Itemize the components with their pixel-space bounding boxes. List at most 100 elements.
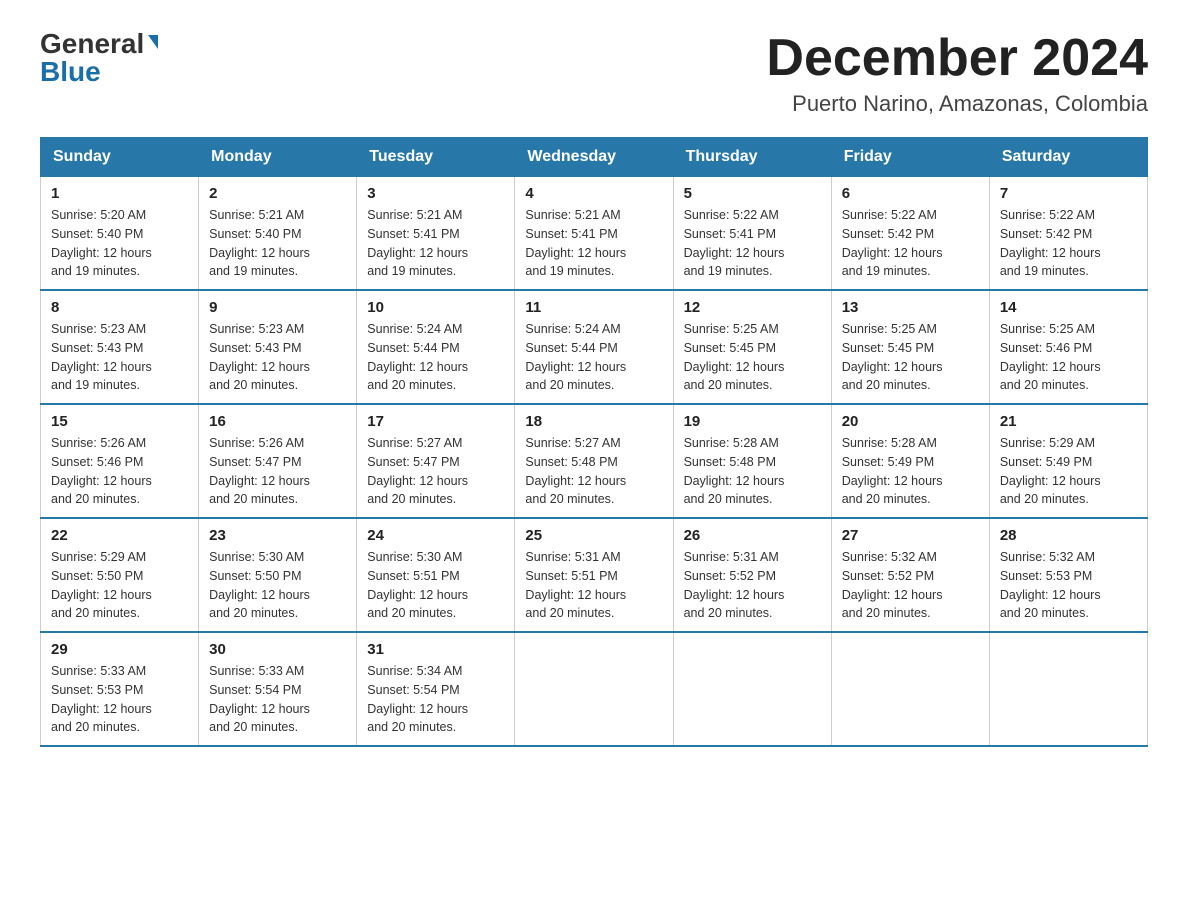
calendar-cell: 17 Sunrise: 5:27 AMSunset: 5:47 PMDayligh… <box>357 404 515 518</box>
day-number: 15 <box>51 413 188 430</box>
calendar-cell: 15 Sunrise: 5:26 AMSunset: 5:46 PMDayligh… <box>41 404 199 518</box>
day-info: Sunrise: 5:26 AMSunset: 5:46 PMDaylight:… <box>51 434 188 509</box>
day-number: 17 <box>367 413 504 430</box>
calendar-cell: 22 Sunrise: 5:29 AMSunset: 5:50 PMDayligh… <box>41 518 199 632</box>
day-info: Sunrise: 5:21 AMSunset: 5:41 PMDaylight:… <box>525 206 662 281</box>
day-info: Sunrise: 5:23 AMSunset: 5:43 PMDaylight:… <box>209 320 346 395</box>
calendar-cell: 3 Sunrise: 5:21 AMSunset: 5:41 PMDaylight… <box>357 177 515 291</box>
day-info: Sunrise: 5:27 AMSunset: 5:47 PMDaylight:… <box>367 434 504 509</box>
header-day-friday: Friday <box>831 138 989 177</box>
day-info: Sunrise: 5:28 AMSunset: 5:48 PMDaylight:… <box>684 434 821 509</box>
day-number: 16 <box>209 413 346 430</box>
day-number: 9 <box>209 299 346 316</box>
calendar-week-row: 29Sunrise: 5:33 AMSunset: 5:53 PMDayligh… <box>41 632 1148 746</box>
day-number: 26 <box>684 527 821 544</box>
calendar-cell: 21 Sunrise: 5:29 AMSunset: 5:49 PMDayligh… <box>989 404 1147 518</box>
calendar-cell <box>515 632 673 746</box>
header-day-saturday: Saturday <box>989 138 1147 177</box>
day-number: 5 <box>684 185 821 202</box>
calendar-table: SundayMondayTuesdayWednesdayThursdayFrid… <box>40 137 1148 747</box>
month-title: December 2024 <box>766 30 1148 87</box>
calendar-cell <box>673 632 831 746</box>
calendar-cell: 2 Sunrise: 5:21 AMSunset: 5:40 PMDaylight… <box>199 177 357 291</box>
header-day-tuesday: Tuesday <box>357 138 515 177</box>
day-number: 20 <box>842 413 979 430</box>
day-info: Sunrise: 5:34 AMSunset: 5:54 PMDaylight:… <box>367 662 504 737</box>
calendar-cell: 9 Sunrise: 5:23 AMSunset: 5:43 PMDaylight… <box>199 290 357 404</box>
day-info: Sunrise: 5:22 AMSunset: 5:42 PMDaylight:… <box>842 206 979 281</box>
day-number: 6 <box>842 185 979 202</box>
day-info: Sunrise: 5:25 AMSunset: 5:45 PMDaylight:… <box>684 320 821 395</box>
day-info: Sunrise: 5:25 AMSunset: 5:46 PMDaylight:… <box>1000 320 1137 395</box>
day-info: Sunrise: 5:32 AMSunset: 5:53 PMDaylight:… <box>1000 548 1137 623</box>
day-number: 14 <box>1000 299 1137 316</box>
day-info: Sunrise: 5:33 AMSunset: 5:54 PMDaylight:… <box>209 662 346 737</box>
day-number: 10 <box>367 299 504 316</box>
day-number: 28 <box>1000 527 1137 544</box>
day-info: Sunrise: 5:22 AMSunset: 5:42 PMDaylight:… <box>1000 206 1137 281</box>
calendar-cell: 11 Sunrise: 5:24 AMSunset: 5:44 PMDayligh… <box>515 290 673 404</box>
logo-general-text: General <box>40 30 144 58</box>
header-day-wednesday: Wednesday <box>515 138 673 177</box>
day-number: 4 <box>525 185 662 202</box>
calendar-week-row: 22 Sunrise: 5:29 AMSunset: 5:50 PMDayligh… <box>41 518 1148 632</box>
calendar-cell: 6 Sunrise: 5:22 AMSunset: 5:42 PMDaylight… <box>831 177 989 291</box>
day-info: Sunrise: 5:33 AMSunset: 5:53 PMDaylight:… <box>51 662 188 737</box>
calendar-cell: 19 Sunrise: 5:28 AMSunset: 5:48 PMDayligh… <box>673 404 831 518</box>
day-number: 11 <box>525 299 662 316</box>
calendar-cell: 25 Sunrise: 5:31 AMSunset: 5:51 PMDayligh… <box>515 518 673 632</box>
day-info: Sunrise: 5:21 AMSunset: 5:41 PMDaylight:… <box>367 206 504 281</box>
calendar-cell: 14 Sunrise: 5:25 AMSunset: 5:46 PMDayligh… <box>989 290 1147 404</box>
calendar-week-row: 15 Sunrise: 5:26 AMSunset: 5:46 PMDayligh… <box>41 404 1148 518</box>
calendar-cell: 26Sunrise: 5:31 AMSunset: 5:52 PMDayligh… <box>673 518 831 632</box>
day-number: 27 <box>842 527 979 544</box>
calendar-cell <box>831 632 989 746</box>
day-info: Sunrise: 5:24 AMSunset: 5:44 PMDaylight:… <box>525 320 662 395</box>
day-number: 23 <box>209 527 346 544</box>
calendar-cell: 18Sunrise: 5:27 AMSunset: 5:48 PMDayligh… <box>515 404 673 518</box>
day-info: Sunrise: 5:30 AMSunset: 5:51 PMDaylight:… <box>367 548 504 623</box>
day-number: 24 <box>367 527 504 544</box>
day-info: Sunrise: 5:21 AMSunset: 5:40 PMDaylight:… <box>209 206 346 281</box>
title-area: December 2024 Puerto Narino, Amazonas, C… <box>766 30 1148 117</box>
calendar-cell: 23 Sunrise: 5:30 AMSunset: 5:50 PMDayligh… <box>199 518 357 632</box>
day-number: 18 <box>525 413 662 430</box>
calendar-cell: 12 Sunrise: 5:25 AMSunset: 5:45 PMDayligh… <box>673 290 831 404</box>
day-info: Sunrise: 5:31 AMSunset: 5:51 PMDaylight:… <box>525 548 662 623</box>
calendar-cell: 16Sunrise: 5:26 AMSunset: 5:47 PMDayligh… <box>199 404 357 518</box>
location-title: Puerto Narino, Amazonas, Colombia <box>766 91 1148 117</box>
header-day-monday: Monday <box>199 138 357 177</box>
day-number: 3 <box>367 185 504 202</box>
calendar-cell: 24 Sunrise: 5:30 AMSunset: 5:51 PMDayligh… <box>357 518 515 632</box>
calendar-cell: 28 Sunrise: 5:32 AMSunset: 5:53 PMDayligh… <box>989 518 1147 632</box>
day-number: 30 <box>209 641 346 658</box>
day-info: Sunrise: 5:29 AMSunset: 5:50 PMDaylight:… <box>51 548 188 623</box>
day-info: Sunrise: 5:22 AMSunset: 5:41 PMDaylight:… <box>684 206 821 281</box>
calendar-cell: 31 Sunrise: 5:34 AMSunset: 5:54 PMDayligh… <box>357 632 515 746</box>
calendar-cell: 20 Sunrise: 5:28 AMSunset: 5:49 PMDayligh… <box>831 404 989 518</box>
day-number: 31 <box>367 641 504 658</box>
calendar-cell: 5 Sunrise: 5:22 AMSunset: 5:41 PMDaylight… <box>673 177 831 291</box>
calendar-week-row: 1Sunrise: 5:20 AMSunset: 5:40 PMDaylight… <box>41 177 1148 291</box>
calendar-week-row: 8 Sunrise: 5:23 AMSunset: 5:43 PMDaylight… <box>41 290 1148 404</box>
day-info: Sunrise: 5:30 AMSunset: 5:50 PMDaylight:… <box>209 548 346 623</box>
page-header: General Blue December 2024 Puerto Narino… <box>40 30 1148 117</box>
day-number: 19 <box>684 413 821 430</box>
calendar-cell: 27 Sunrise: 5:32 AMSunset: 5:52 PMDayligh… <box>831 518 989 632</box>
day-number: 21 <box>1000 413 1137 430</box>
day-info: Sunrise: 5:23 AMSunset: 5:43 PMDaylight:… <box>51 320 188 395</box>
day-number: 22 <box>51 527 188 544</box>
day-number: 2 <box>209 185 346 202</box>
calendar-cell: 4 Sunrise: 5:21 AMSunset: 5:41 PMDaylight… <box>515 177 673 291</box>
calendar-header-row: SundayMondayTuesdayWednesdayThursdayFrid… <box>41 138 1148 177</box>
header-day-sunday: Sunday <box>41 138 199 177</box>
day-number: 25 <box>525 527 662 544</box>
calendar-cell: 1Sunrise: 5:20 AMSunset: 5:40 PMDaylight… <box>41 177 199 291</box>
logo: General Blue <box>40 30 158 86</box>
day-info: Sunrise: 5:29 AMSunset: 5:49 PMDaylight:… <box>1000 434 1137 509</box>
day-info: Sunrise: 5:32 AMSunset: 5:52 PMDaylight:… <box>842 548 979 623</box>
day-number: 8 <box>51 299 188 316</box>
day-number: 12 <box>684 299 821 316</box>
calendar-cell: 13Sunrise: 5:25 AMSunset: 5:45 PMDayligh… <box>831 290 989 404</box>
day-info: Sunrise: 5:28 AMSunset: 5:49 PMDaylight:… <box>842 434 979 509</box>
